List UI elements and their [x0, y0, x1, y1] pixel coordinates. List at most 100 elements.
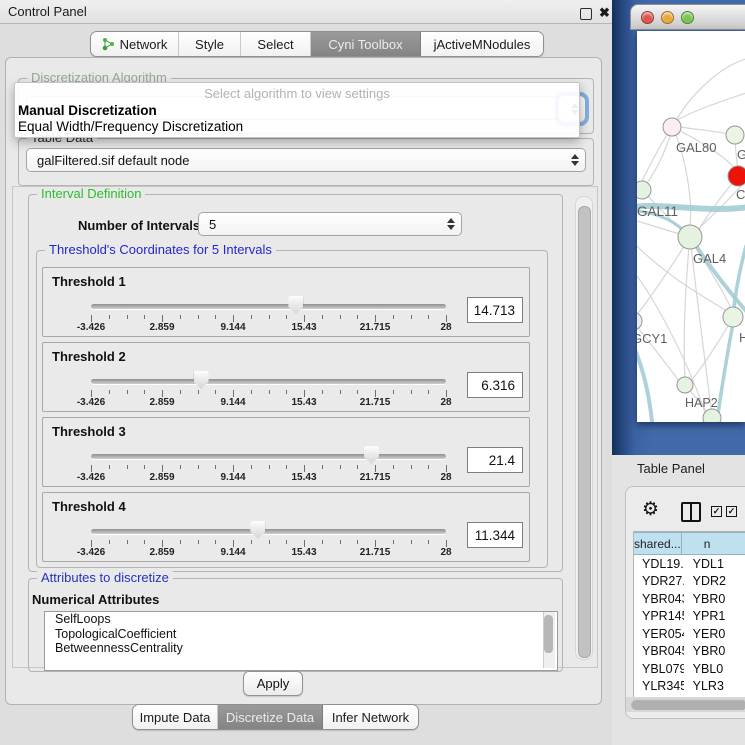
gcy1-node[interactable]	[637, 312, 642, 330]
table-cell: YDL19...	[634, 555, 684, 573]
h-node[interactable]	[723, 307, 743, 327]
slider-tick	[286, 465, 287, 469]
table-row[interactable]: YER054CYER0	[634, 625, 745, 643]
network-edge-highlighted	[717, 323, 733, 422]
column-header[interactable]: shared...	[634, 532, 682, 555]
slider-tick	[91, 315, 92, 322]
tab-network[interactable]: Network	[91, 32, 179, 56]
tab-style[interactable]: Style	[179, 32, 241, 56]
top-right-node[interactable]	[726, 126, 744, 144]
slider-tick	[215, 465, 216, 469]
checkbox-icon[interactable]: ✓	[726, 506, 737, 517]
slider-tick	[411, 540, 412, 544]
slider-tick	[91, 390, 92, 397]
list-item[interactable]: SelfLoops	[45, 612, 557, 627]
slider-tick	[180, 540, 181, 544]
panel-scrollbar-thumb[interactable]	[578, 206, 591, 658]
threshold-box: Threshold 2-3.4262.8599.14415.4321.71528…	[42, 342, 530, 412]
table-row[interactable]: YDL19...YDL1	[634, 555, 745, 573]
threshold-label: Threshold 4	[52, 499, 126, 514]
network-view-canvas[interactable]: GAL80GACGAL11GAL4GCY1HHAP2	[637, 31, 745, 422]
table-hscrollbar-thumb[interactable]	[631, 699, 745, 710]
slider-tick	[357, 390, 358, 394]
network-edge	[672, 93, 745, 123]
table-row[interactable]: YDR27...YDR2	[634, 573, 745, 591]
table-row[interactable]: YBL079WYBL0	[634, 660, 745, 678]
tab-cyni-toolbox[interactable]: Cyni Toolbox	[311, 32, 421, 56]
slider-tick	[393, 390, 394, 394]
slider-tick	[411, 315, 412, 319]
tick-label: -3.426	[69, 397, 113, 408]
network-edge-highlighted	[637, 341, 652, 422]
red-node[interactable]	[728, 166, 745, 186]
tab-label: Style	[195, 37, 224, 52]
list-item[interactable]: TopologicalCoefficient	[45, 627, 557, 642]
split-columns-icon[interactable]	[681, 502, 701, 522]
slider-tick	[233, 465, 234, 472]
table-row[interactable]: YBR043CYBR0	[634, 590, 745, 608]
control-panel-titlebar	[0, 0, 614, 24]
algorithm-dropdown-popup: Select algorithm to view settings Manual…	[14, 82, 580, 138]
close-icon[interactable]: ✖	[599, 5, 610, 21]
list-item[interactable]: BetweennessCentrality	[45, 641, 557, 656]
tab-infer-network[interactable]: Infer Network	[323, 705, 418, 729]
tab-select[interactable]: Select	[241, 32, 311, 56]
algorithm-option[interactable]: Equal Width/Frequency Discretization	[18, 119, 243, 134]
apply-button[interactable]: Apply	[243, 671, 303, 696]
gear-icon[interactable]: ⚙	[642, 500, 659, 519]
zoom-traffic-icon[interactable]	[681, 11, 694, 24]
column-header[interactable]: n	[682, 532, 745, 555]
table-row[interactable]: YLR345WYLR3	[634, 678, 745, 696]
slider-tick	[127, 390, 128, 394]
slider-handle[interactable]	[194, 371, 209, 389]
tab-jactivemnodules[interactable]: jActiveMNodules	[421, 32, 543, 56]
network-window-titlebar[interactable]	[630, 4, 745, 30]
slider-tick	[269, 465, 270, 469]
tab-impute-data[interactable]: Impute Data	[133, 705, 218, 729]
algorithm-option[interactable]: Manual Discretization	[18, 103, 157, 118]
slider-tick	[340, 540, 341, 544]
number-of-intervals-combobox[interactable]: 5	[198, 212, 462, 236]
table-row[interactable]: YBR045CYBR0	[634, 643, 745, 661]
numerical-attributes-listbox[interactable]: SelfLoopsTopologicalCoefficientBetweenne…	[44, 611, 558, 671]
gal80-node[interactable]	[663, 118, 681, 136]
slider-track[interactable]	[91, 304, 446, 309]
slider-track[interactable]	[91, 379, 446, 384]
tick-label: 2.859	[140, 547, 184, 558]
threshold-value-box[interactable]: 21.4	[467, 447, 523, 473]
hap2-node[interactable]	[677, 377, 693, 393]
tick-label: 28	[424, 397, 468, 408]
tab-label: Cyni Toolbox	[328, 37, 402, 52]
gal4-node[interactable]	[678, 225, 702, 249]
minimize-traffic-icon[interactable]	[661, 11, 674, 24]
table-cell: YBL079W	[634, 660, 684, 678]
node-label: GAL11	[637, 204, 678, 219]
listbox-scrollbar-thumb[interactable]	[544, 615, 553, 653]
slider-track[interactable]	[91, 529, 446, 534]
slider-handle[interactable]	[288, 296, 303, 314]
float-window-icon[interactable]	[580, 8, 592, 20]
slider-track[interactable]	[91, 454, 446, 459]
threshold-label: Threshold 1	[52, 274, 126, 289]
slider-tick	[393, 465, 394, 469]
slider-tick	[357, 465, 358, 469]
checkbox-icon[interactable]: ✓	[711, 506, 722, 517]
network-edge	[637, 237, 690, 319]
threshold-box: Threshold 1-3.4262.8599.14415.4321.71528…	[42, 267, 530, 337]
node-attribute-table[interactable]: shared...nYDL19...YDL1YDR27...YDR2YBR043…	[633, 531, 745, 698]
table-cell: YPR1	[684, 608, 745, 626]
table-data-combobox[interactable]: galFiltered.sif default node	[26, 148, 586, 172]
table-cell: YDR2	[684, 573, 745, 591]
close-traffic-icon[interactable]	[641, 11, 654, 24]
gal11-node[interactable]	[637, 181, 651, 199]
tick-label: 2.859	[140, 397, 184, 408]
bottom-node[interactable]	[703, 409, 721, 422]
threshold-value-box[interactable]: 11.344	[467, 522, 523, 548]
slider-handle[interactable]	[250, 521, 265, 539]
slider-handle[interactable]	[364, 446, 379, 464]
threshold-value-box[interactable]: 6.316	[467, 372, 523, 398]
tab-discretize-data[interactable]: Discretize Data	[218, 705, 323, 729]
table-row[interactable]: YPR145WYPR1	[634, 608, 745, 626]
slider-tick	[411, 390, 412, 394]
threshold-value-box[interactable]: 14.713	[467, 297, 523, 323]
